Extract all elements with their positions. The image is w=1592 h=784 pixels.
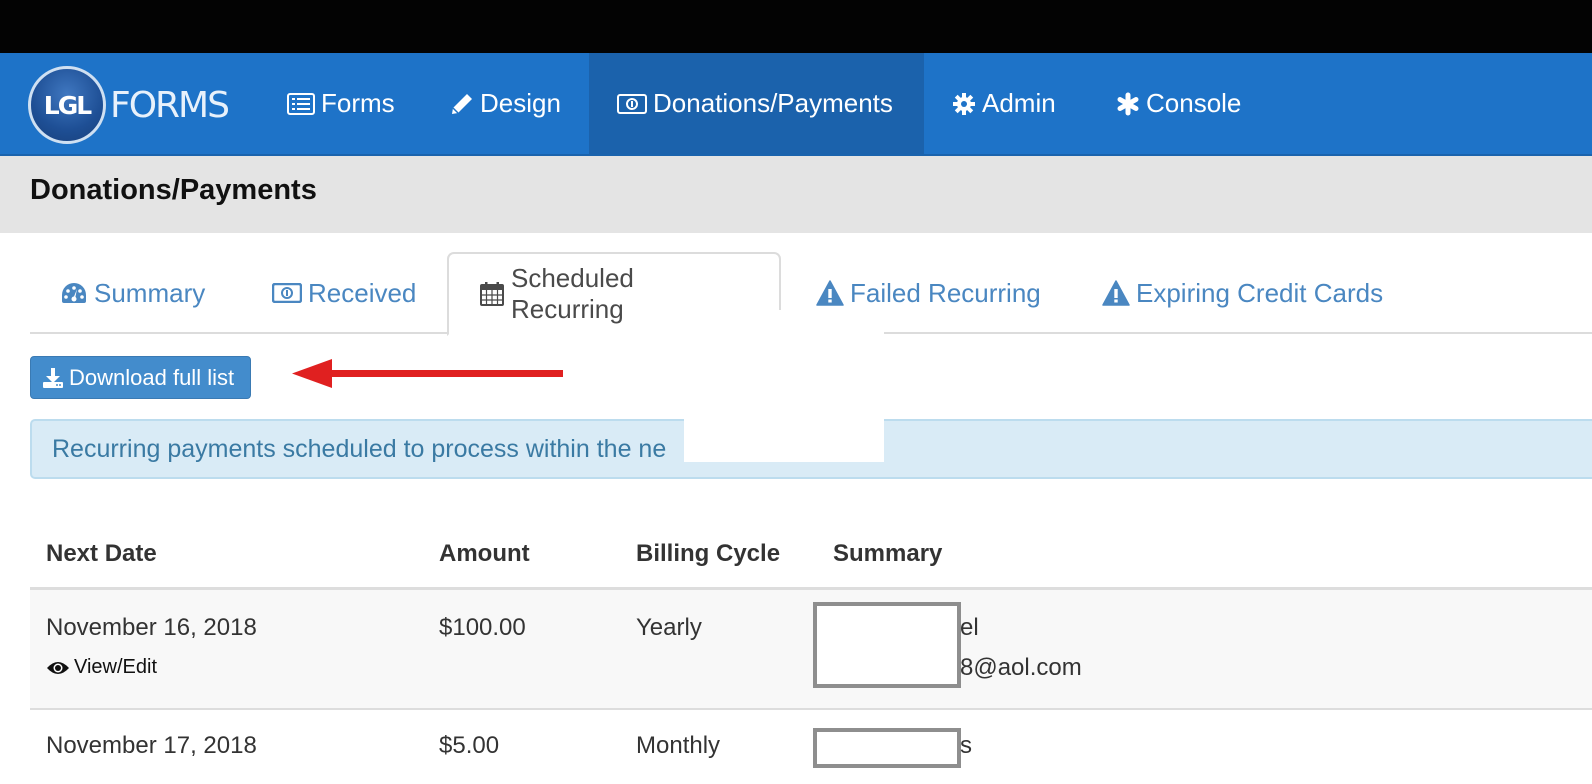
top-black-bar	[0, 0, 1592, 53]
scheduled-payments-table: Next Date Amount Billing Cycle Summary N…	[30, 520, 1592, 784]
table-header-row: Next Date Amount Billing Cycle Summary	[30, 520, 1592, 590]
download-label: Download full list	[69, 364, 235, 390]
money-icon	[272, 283, 302, 303]
tab-label: Summary	[94, 277, 206, 308]
nav-label: Forms	[321, 88, 395, 118]
calendar-icon	[479, 281, 505, 307]
column-header-billing-cycle[interactable]: Billing Cycle	[636, 540, 780, 568]
asterisk-icon	[1116, 92, 1140, 116]
money-icon	[617, 93, 647, 114]
nav-label: Admin	[982, 88, 1056, 118]
redaction-box	[813, 602, 961, 688]
nav-item-console[interactable]: Console	[1088, 53, 1269, 154]
warning-icon	[1102, 280, 1130, 306]
tab-label: Received	[308, 277, 417, 308]
summary-line-2: 8@aol.com	[960, 654, 1082, 681]
main-navbar: LGL FORMS Forms Design Donations/Payment…	[0, 53, 1592, 156]
billing-cycle-cell: Yearly	[636, 614, 702, 641]
nav-label: Donations/Payments	[653, 88, 893, 118]
next-date-cell: November 17, 2018	[46, 732, 257, 759]
billing-cycle-cell: Monthly	[636, 732, 721, 759]
summary-line-1: s	[960, 732, 972, 759]
view-edit-label: View/Edit	[74, 656, 158, 678]
lgl-forms-logo[interactable]: LGL FORMS	[28, 65, 230, 145]
tab-label: Failed Recurring	[850, 277, 1041, 308]
column-header-amount[interactable]: Amount	[439, 540, 530, 568]
amount-cell: $100.00	[439, 614, 526, 641]
nav-label: Console	[1146, 88, 1242, 118]
tab-summary[interactable]: Summary	[30, 252, 235, 334]
nav-item-design[interactable]: Design	[422, 53, 589, 154]
logo-mark: LGL	[28, 66, 106, 144]
column-header-next-date[interactable]: Next Date	[46, 540, 157, 568]
next-date-cell: November 16, 2018	[46, 614, 257, 641]
page-title: Donations/Payments	[30, 174, 317, 206]
eye-icon	[46, 660, 70, 676]
logo-text: FORMS	[110, 84, 230, 126]
gear-icon	[952, 92, 976, 116]
column-header-summary[interactable]: Summary	[833, 540, 942, 568]
redaction-overlay	[684, 310, 884, 462]
table-row: November 16, 2018 View/Edit $100.00 Year…	[30, 590, 1592, 710]
view-edit-link[interactable]: View/Edit	[46, 656, 157, 679]
annotation-arrow	[292, 359, 563, 388]
nav-item-donations-payments[interactable]: Donations/Payments	[589, 53, 924, 154]
tab-received[interactable]: Received	[242, 252, 446, 334]
redaction-box	[813, 728, 961, 768]
amount-cell: $5.00	[439, 732, 500, 759]
tab-label: Expiring Credit Cards	[1136, 277, 1384, 308]
dashboard-icon	[60, 281, 88, 305]
nav-label: Design	[480, 88, 561, 118]
summary-line-1: el	[960, 614, 979, 641]
nav-item-admin[interactable]: Admin	[924, 53, 1084, 154]
page-header: Donations/Payments	[0, 156, 1592, 233]
tab-expiring-credit-cards[interactable]: Expiring Credit Cards	[1072, 252, 1413, 334]
pencil-icon	[450, 92, 474, 116]
nav-item-forms[interactable]: Forms	[259, 53, 423, 154]
warning-icon	[816, 280, 844, 306]
alert-text: Recurring payments scheduled to process …	[52, 434, 667, 463]
list-icon	[287, 92, 315, 115]
table-row: November 17, 2018 $5.00 Monthly s	[30, 710, 1592, 784]
download-icon	[42, 367, 64, 389]
download-full-list-button[interactable]: Download full list	[30, 356, 251, 399]
